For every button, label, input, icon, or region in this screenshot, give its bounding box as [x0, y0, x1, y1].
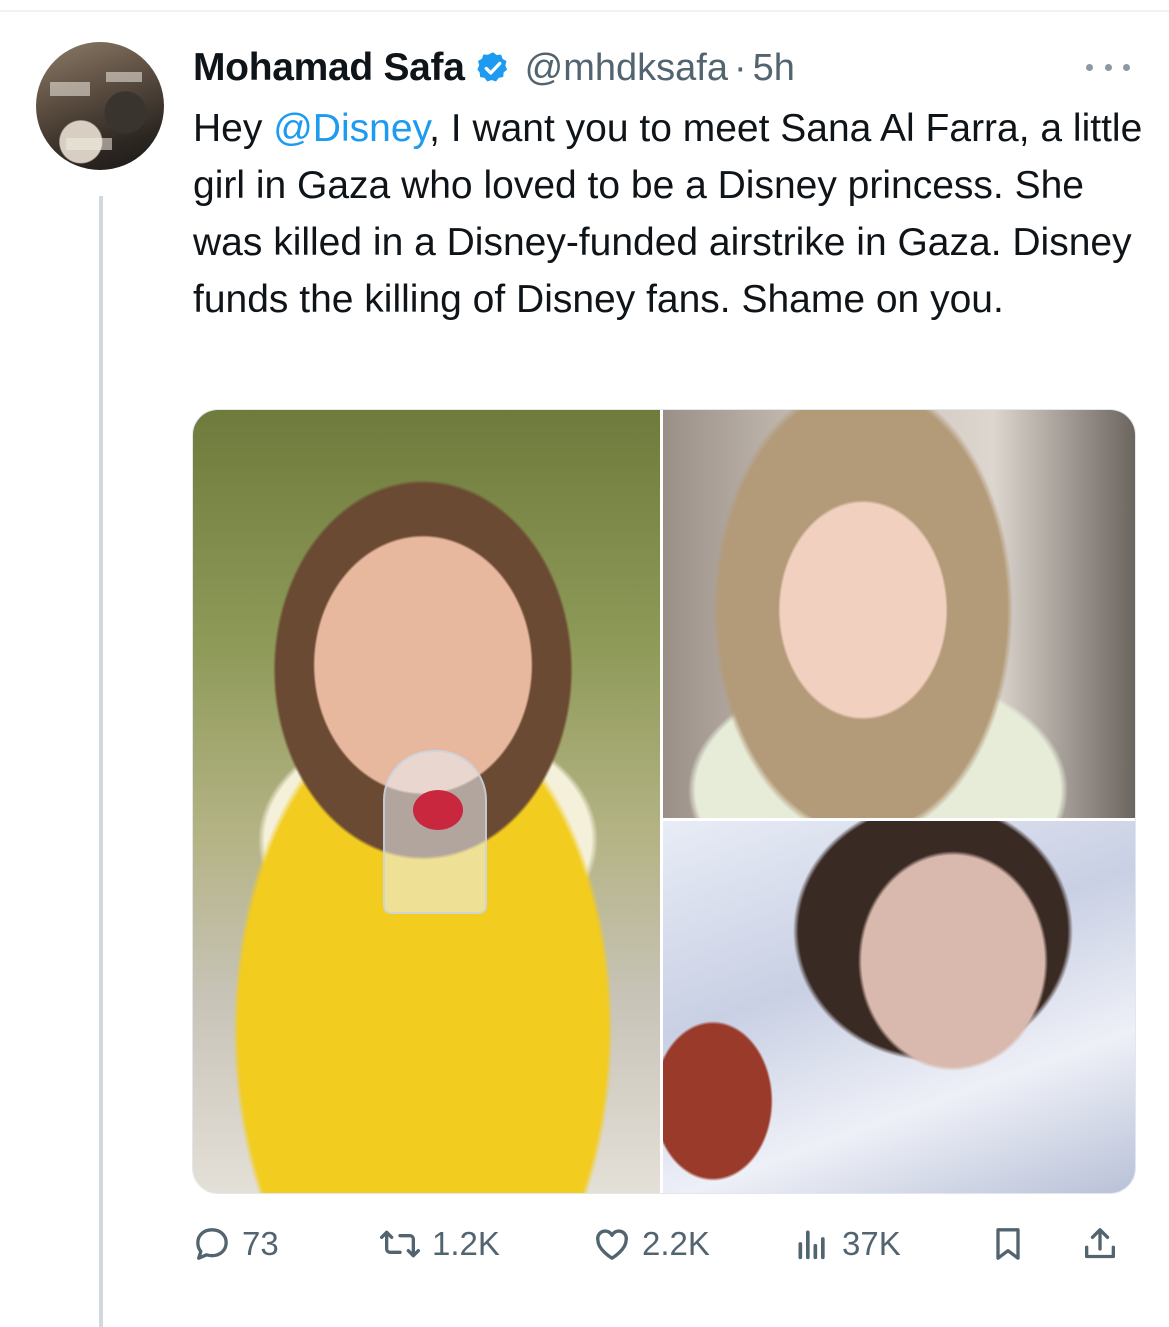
tweet-text: Hey @Disney, I want you to meet Sana Al …	[193, 100, 1143, 328]
avatar[interactable]	[36, 42, 164, 170]
share-button[interactable]	[1080, 1218, 1120, 1270]
like-icon	[592, 1224, 632, 1264]
more-options-icon[interactable]	[1086, 52, 1130, 82]
verified-badge-icon	[475, 50, 511, 86]
author-name[interactable]: Mohamad Safa	[193, 46, 465, 90]
like-button[interactable]: 2.2K	[592, 1218, 710, 1270]
top-divider	[0, 10, 1169, 12]
action-bar: 73 1.2K 2.2K 37K	[192, 1218, 1142, 1270]
tweet-text-start: Hey	[193, 107, 274, 150]
photo-girl-wrapped[interactable]	[663, 821, 1135, 1193]
reply-button[interactable]: 73	[192, 1218, 279, 1270]
photo-girl-portrait[interactable]	[663, 410, 1135, 818]
reply-count: 73	[242, 1225, 279, 1262]
tweet-header: Mohamad Safa @mhdksafa · 5h	[193, 42, 795, 94]
views-count: 37K	[842, 1225, 901, 1262]
views-icon	[792, 1224, 832, 1264]
media-grid	[192, 409, 1136, 1194]
bookmark-button[interactable]	[988, 1218, 1028, 1270]
repost-count: 1.2K	[432, 1225, 500, 1262]
like-count: 2.2K	[642, 1225, 710, 1262]
timestamp[interactable]: 5h	[753, 47, 795, 90]
separator-dot: ·	[733, 46, 747, 89]
views-button[interactable]: 37K	[792, 1218, 901, 1270]
author-handle[interactable]: @mhdksafa	[525, 47, 728, 90]
share-icon	[1080, 1224, 1120, 1264]
photo-girl-princess-dress[interactable]	[193, 410, 660, 1193]
reply-icon	[192, 1224, 232, 1264]
repost-button[interactable]: 1.2K	[378, 1218, 500, 1270]
bookmark-icon	[988, 1224, 1028, 1264]
thread-line	[99, 196, 103, 1327]
mention-link[interactable]: @Disney	[273, 107, 429, 150]
repost-icon	[378, 1224, 422, 1264]
